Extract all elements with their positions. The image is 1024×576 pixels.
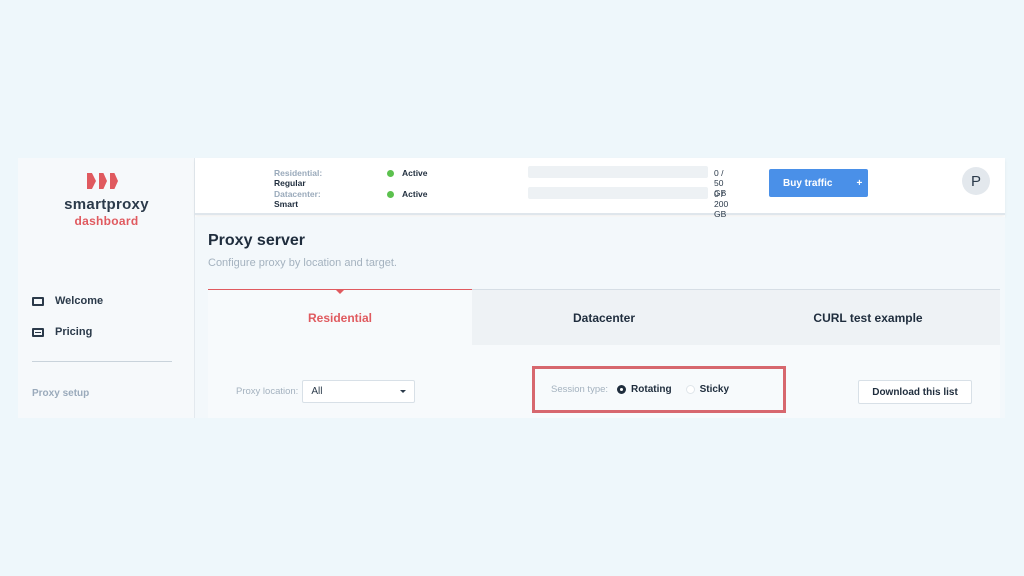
brand-name: smartproxy <box>64 196 149 213</box>
sidebar-item-label: Welcome <box>55 295 104 307</box>
sidebar-item-label: Pricing <box>55 326 93 338</box>
proxy-location-value: All <box>311 386 323 397</box>
chevron-down-icon <box>400 390 407 393</box>
brand-subtitle: dashboard <box>74 214 139 228</box>
radio-label: Rotating <box>631 384 672 395</box>
smartproxy-logo-icon <box>87 173 118 189</box>
tab-curl-test-example[interactable]: CURL test example <box>736 290 1000 345</box>
status-dot-icon <box>387 190 394 198</box>
proxy-location-field: Proxy location: All <box>236 380 416 403</box>
plus-icon: + <box>856 177 863 189</box>
session-type-sticky-radio[interactable]: Sticky <box>685 384 730 395</box>
status-indicator: Active <box>387 168 428 178</box>
download-list-button[interactable]: Download this list <box>858 380 972 404</box>
proxy-tabs: Residential Datacenter CURL test example <box>208 289 1000 345</box>
tab-datacenter[interactable]: Datacenter <box>472 290 736 345</box>
app-window: smartproxy dashboard Welcome Pricing Pro… <box>18 158 1005 418</box>
radio-label: Sticky <box>699 384 730 395</box>
tab-panel-residential: Proxy location: All Session type: Rotati… <box>208 345 1000 418</box>
session-type-rotating-radio[interactable]: Rotating <box>617 384 672 395</box>
avatar[interactable]: P <box>962 167 990 195</box>
radio-unchecked-icon <box>685 385 695 394</box>
proxy-location-label: Proxy location: <box>236 386 299 397</box>
usage-text: 0 / 200 GB <box>714 189 729 219</box>
plan-label: Datacenter: Smart <box>274 189 321 209</box>
proxy-location-select[interactable]: All <box>302 380 416 403</box>
sidebar: smartproxy dashboard Welcome Pricing Pro… <box>18 158 195 418</box>
plan-name: Regular <box>274 178 306 188</box>
page-title: Proxy server <box>208 232 305 249</box>
sidebar-section-proxy-setup[interactable]: Proxy setup <box>32 388 89 399</box>
main-content: Proxy server Configure proxy by location… <box>195 217 1005 418</box>
status-dot-icon <box>387 169 394 177</box>
sidebar-item-welcome[interactable]: Welcome <box>32 295 103 307</box>
buy-traffic-button[interactable]: Buy traffic + <box>769 169 868 197</box>
status-text: Active <box>402 189 428 199</box>
radio-checked-icon <box>617 385 627 394</box>
buy-traffic-label: Buy traffic <box>783 177 833 189</box>
sidebar-divider <box>32 361 172 362</box>
plan-label: Residential: Regular <box>274 168 323 188</box>
tab-residential[interactable]: Residential <box>208 289 472 345</box>
plan-name: Smart <box>274 199 299 209</box>
session-type-label: Session type: <box>551 384 609 395</box>
usage-progress-bar <box>528 187 708 199</box>
usage-progress-bar <box>528 166 708 178</box>
session-type-field: Session type: Rotating Sticky <box>532 366 786 413</box>
monitor-icon <box>32 296 44 306</box>
top-bar: Residential: Regular Active 0 / 50 GB Da… <box>195 158 1005 219</box>
sidebar-item-pricing[interactable]: Pricing <box>32 326 92 338</box>
credit-card-icon <box>32 327 44 337</box>
page-subtitle: Configure proxy by location and target. <box>208 257 397 269</box>
status-indicator: Active <box>387 189 428 199</box>
status-text: Active <box>402 168 428 178</box>
